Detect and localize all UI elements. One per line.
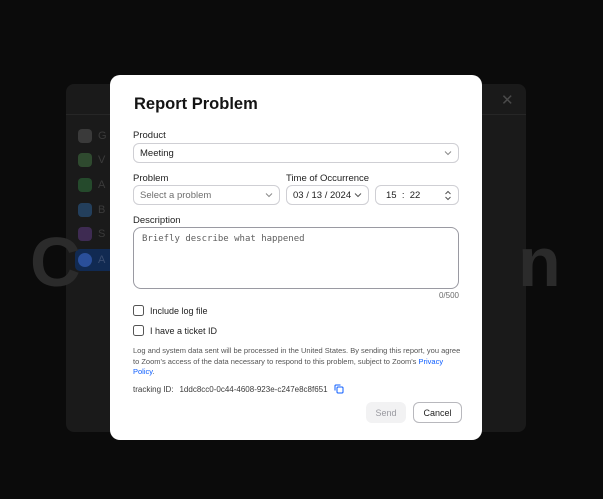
background-heading-right: n: [518, 223, 561, 301]
include-log-label: Include log file: [150, 305, 208, 316]
background-sidebar-icon: [78, 153, 92, 167]
background-sidebar-item: G: [78, 126, 108, 146]
date-picker[interactable]: 03 / 13 / 2024: [286, 185, 369, 205]
disclaimer-body: Log and system data sent will be process…: [133, 346, 461, 366]
background-sidebar-label: B: [98, 204, 106, 216]
description-char-counter: 0/500: [438, 291, 459, 300]
time-of-occurrence-label: Time of Occurrence: [286, 173, 370, 184]
background-sidebar-item: A: [78, 250, 108, 270]
chevron-down-icon: [265, 193, 273, 198]
product-label: Product: [133, 130, 166, 141]
copy-icon[interactable]: [334, 384, 344, 394]
tracking-id-row: tracking ID: 1ddc8cc0-0c44-4608-923e-c24…: [133, 384, 344, 394]
background-sidebar-label: V: [98, 154, 106, 166]
description-placeholder: Briefly describe what happened: [142, 234, 305, 244]
background-close-icon: ✕: [501, 92, 514, 109]
background-sidebar-item: B: [78, 200, 108, 220]
background-heading-left: C: [30, 223, 81, 301]
background-sidebar-label: A: [98, 254, 106, 266]
background-sidebar-icon: [78, 203, 92, 217]
background-sidebar-label: S: [98, 228, 106, 240]
ticket-id-checkbox[interactable]: [133, 325, 144, 336]
background-sidebar-icon: [78, 253, 92, 267]
ticket-id-checkbox-row[interactable]: I have a ticket ID: [133, 325, 217, 336]
problem-label: Problem: [133, 173, 169, 184]
background-sidebar-icon: [78, 178, 92, 192]
dialog-title: Report Problem: [134, 95, 258, 113]
stepper-arrows-icon[interactable]: [444, 189, 452, 202]
background-sidebar-label: G: [98, 130, 107, 142]
background-sidebar-icon: [78, 227, 92, 241]
description-label: Description: [133, 215, 181, 226]
report-problem-dialog: Report Problem Product Meeting Problem S…: [110, 75, 482, 440]
problem-placeholder: Select a problem: [140, 189, 212, 201]
product-select[interactable]: Meeting: [133, 143, 459, 163]
date-value: 03 / 13 / 2024: [293, 189, 352, 201]
background-sidebar-icon: [78, 129, 92, 143]
send-button[interactable]: Send: [366, 402, 406, 423]
background-sidebar-item: S: [78, 224, 108, 244]
ticket-id-label: I have a ticket ID: [150, 325, 218, 336]
description-textarea[interactable]: Briefly describe what happened: [133, 227, 459, 289]
disclaimer-text: Log and system data sent will be process…: [133, 346, 461, 376]
background-sidebar-item: V: [78, 150, 108, 170]
cancel-button[interactable]: Cancel: [413, 402, 462, 423]
problem-select[interactable]: Select a problem: [133, 185, 280, 205]
time-stepper[interactable]: 15 : 22: [375, 185, 459, 205]
chevron-down-icon: [444, 151, 452, 156]
include-log-checkbox-row[interactable]: Include log file: [133, 305, 208, 316]
time-value: 15 : 22: [386, 189, 421, 201]
product-value: Meeting: [140, 147, 174, 159]
chevron-down-icon: [354, 193, 362, 198]
include-log-checkbox[interactable]: [133, 305, 144, 316]
background-sidebar-label: A: [98, 179, 106, 191]
tracking-id-value: 1ddc8cc0-0c44-4608-923e-c247e8c8f651: [179, 384, 328, 394]
tracking-id-label: tracking ID:: [133, 384, 174, 394]
background-sidebar-item: A: [78, 175, 108, 195]
